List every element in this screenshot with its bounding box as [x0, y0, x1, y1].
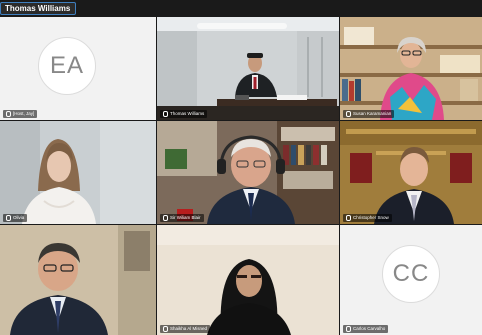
- participant-tile-christopher-snow[interactable]: Christopher Snow: [340, 121, 482, 224]
- participant-tile-cc[interactable]: CC Carlos Carvalho: [340, 225, 482, 335]
- participant-tile-shaikha-al-misned[interactable]: Shaikha Al Misned: [157, 225, 339, 335]
- participant-tile-william-blair[interactable]: Sir Wiliam Blair: [157, 121, 339, 224]
- participant-tile-susan-karamanian[interactable]: Susan Karamanian: [340, 17, 482, 120]
- participant-name: Carlos Carvalho: [343, 325, 389, 333]
- participant-name-text: Olivia: [13, 215, 25, 220]
- active-speaker-label[interactable]: Thomas Williams: [0, 2, 77, 15]
- participant-name: Sir Wiliam Blair: [160, 214, 204, 222]
- mic-icon: [6, 214, 11, 221]
- video-feed: [340, 17, 482, 120]
- video-feed: [0, 225, 156, 335]
- participant-name: Christopher Snow: [343, 214, 392, 222]
- mic-icon: [6, 110, 11, 117]
- participant-tile-thomas-williams[interactable]: Thomas Williams: [157, 17, 339, 120]
- participant-name-text: Sir Wiliam Blair: [170, 215, 201, 220]
- video-feed: [340, 121, 482, 224]
- participant-name-text: Thomas Williams: [170, 111, 205, 116]
- top-bar: Thomas Williams: [0, 0, 482, 17]
- participant-name-text: Carlos Carvalho: [353, 326, 386, 331]
- participant-tile-ea[interactable]: EA [Host, Jay]: [0, 17, 156, 120]
- participant-tile-6[interactable]: [0, 225, 156, 335]
- participant-name: Shaikha Al Misned: [160, 325, 211, 333]
- participant-name-text: [Host, Jay]: [13, 111, 35, 116]
- participant-name: Olivia: [3, 214, 28, 222]
- video-feed: [0, 121, 156, 224]
- mic-icon: [346, 110, 351, 117]
- mic-icon: [163, 110, 168, 117]
- video-feed: [157, 225, 339, 335]
- participant-name: [Host, Jay]: [3, 110, 38, 118]
- avatar-initials: EA: [38, 37, 96, 95]
- participant-name-text: Susan Karamanian: [353, 111, 392, 116]
- participant-name: Thomas Williams: [160, 110, 208, 118]
- participant-name-text: Christopher Snow: [353, 215, 389, 220]
- participant-name: Susan Karamanian: [343, 110, 395, 118]
- participant-tile-olivia[interactable]: Olivia: [0, 121, 156, 224]
- mic-icon: [163, 214, 168, 221]
- participant-name-text: Shaikha Al Misned: [170, 326, 208, 331]
- video-feed: [157, 17, 339, 120]
- mic-icon: [163, 325, 168, 332]
- video-feed: [157, 121, 339, 224]
- mic-icon: [346, 325, 351, 332]
- video-grid: EA [Host, Jay] Thomas Williams Susan Kar…: [0, 17, 482, 335]
- mic-icon: [346, 214, 351, 221]
- avatar-initials: CC: [382, 245, 440, 303]
